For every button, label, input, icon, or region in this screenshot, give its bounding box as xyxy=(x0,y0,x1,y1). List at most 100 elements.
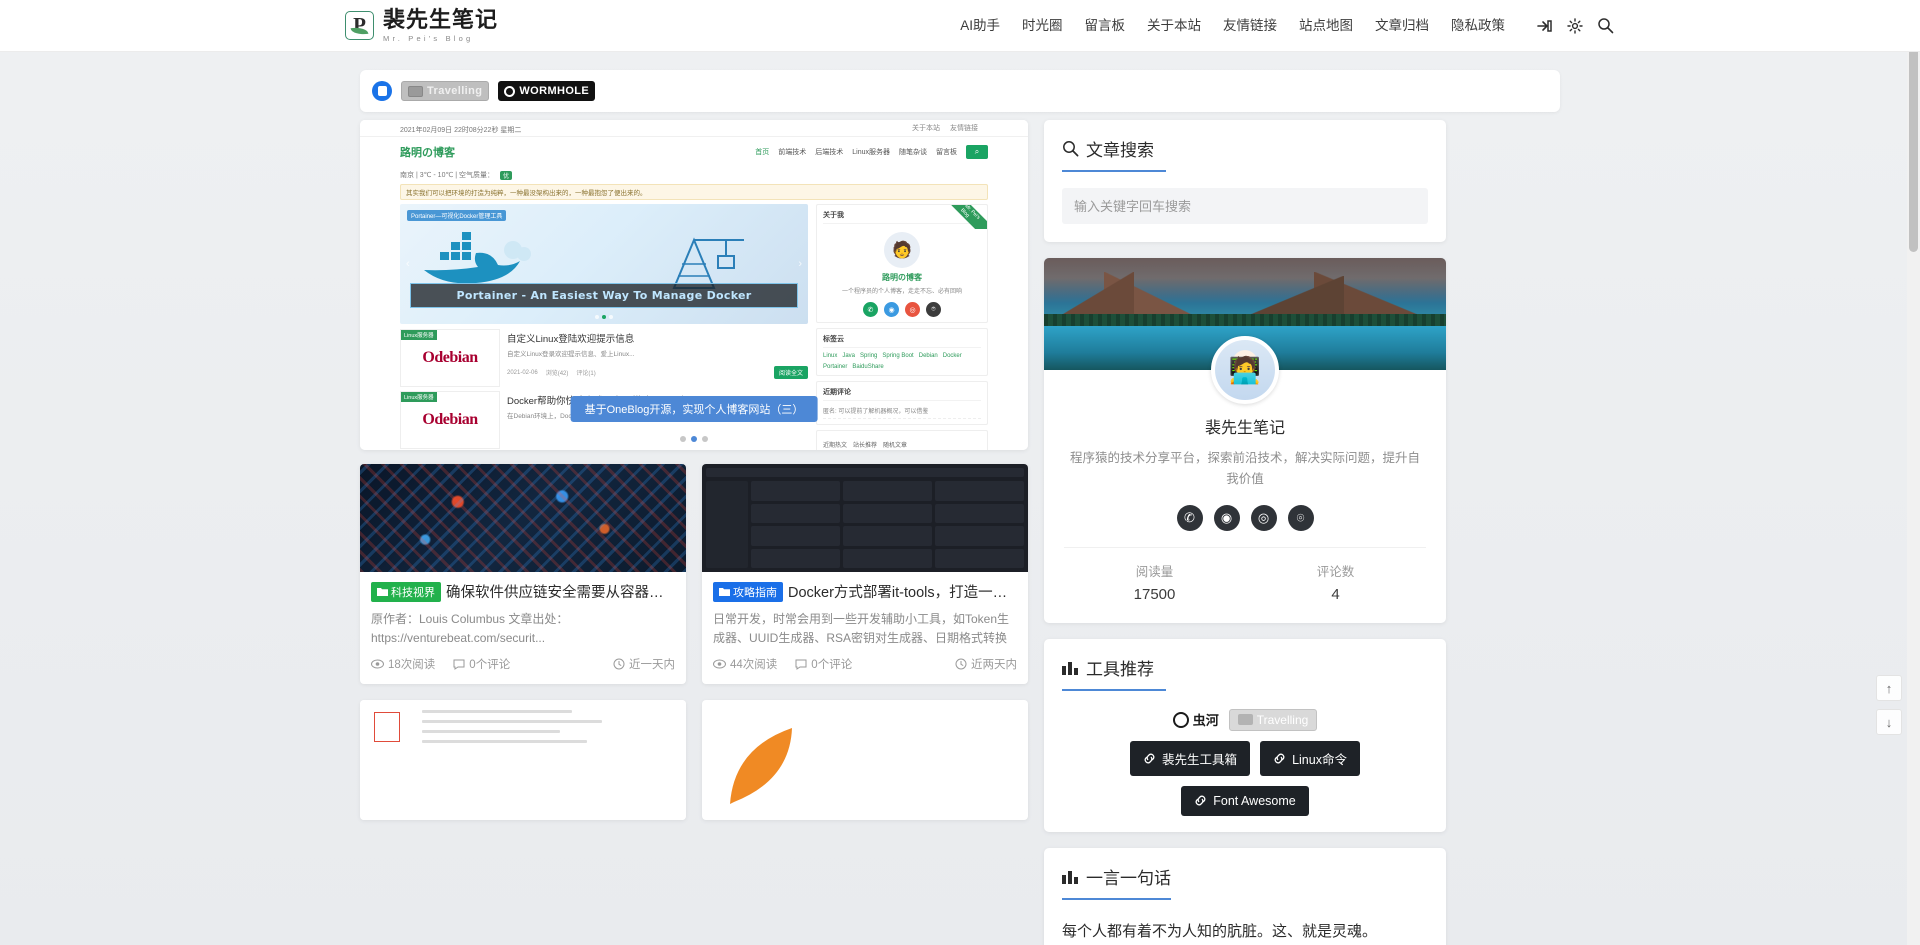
profile-description: 程序猿的技术分享平台，探索前沿技术，解决实际问题，提升自我价值 xyxy=(1069,451,1420,487)
tool-font-awesome[interactable]: Font Awesome xyxy=(1181,785,1309,816)
carousel-next-icon[interactable]: › xyxy=(798,258,802,270)
article-title[interactable]: 确保软件供应链安全需要从容器开始的... xyxy=(446,581,675,602)
github-icon[interactable]: ⌾ xyxy=(1287,504,1314,531)
login-icon[interactable] xyxy=(1530,11,1560,41)
tag-springboot: Spring Boot xyxy=(882,353,914,359)
article-meta: 44次阅读 0个评论 近两天内 xyxy=(713,656,1017,672)
article-title[interactable]: Docker方式部署it-tools，打造一个在... xyxy=(788,581,1017,602)
article-card[interactable] xyxy=(360,700,686,820)
about-name: 路明の博客 xyxy=(882,273,922,282)
nav-timeline[interactable]: 时光圈 xyxy=(1011,0,1074,52)
side-link-random: 随机文章 xyxy=(883,443,908,449)
recent-comments-heading: 近期评论 xyxy=(823,387,981,401)
screenshot-topnav-about: 关于本站 xyxy=(912,125,940,132)
bar-chart-icon xyxy=(1062,661,1078,675)
clock-icon xyxy=(613,658,625,670)
badge-wormhole[interactable]: WORMHOLE xyxy=(498,81,596,101)
quote-text: 每个人都有着不为人知的肮脏。这、就是灵魂。 xyxy=(1062,922,1378,940)
badge-travelling-2[interactable]: Travelling xyxy=(1228,708,1318,731)
search-card-header: 文章搜索 xyxy=(1062,136,1166,172)
profile-stats: 阅读量 17500 评论数 4 xyxy=(1064,546,1426,605)
quote-card: 一言一句话 每个人都有着不为人知的肮脏。这、就是灵魂。 xyxy=(1044,847,1446,945)
post1-tag: Linux服务器 xyxy=(401,330,437,340)
travelling-icon-2 xyxy=(1237,714,1253,725)
tools-card-title: 工具推荐 xyxy=(1086,659,1154,679)
article-desc: 日常开发，时常会用到一些开发辅助小工具，如Token生成器、UUID生成器、RS… xyxy=(713,612,1010,645)
screenshot-topnav-links: 友情链接 xyxy=(950,125,978,132)
side-link-hot: 近期热文 xyxy=(823,443,848,449)
carousel-prev-icon[interactable]: ‹ xyxy=(406,258,410,270)
nav-ai-assistant[interactable]: AI助手 xyxy=(949,0,1011,52)
badge-travelling[interactable]: Travelling xyxy=(401,81,490,101)
tag-baidushare: BaiduShare xyxy=(852,364,884,370)
tool-toolbox[interactable]: 裴先生工具箱 xyxy=(1130,740,1251,776)
article-category[interactable]: 科技视界 xyxy=(371,581,441,602)
comment-icon xyxy=(795,659,807,670)
profile-name: 裴先生笔记 xyxy=(1204,420,1285,437)
badge-chonghe[interactable]: 虫河 xyxy=(1172,709,1219,731)
nav-privacy[interactable]: 隐私政策 xyxy=(1440,0,1516,52)
nav-guestbook[interactable]: 留言板 xyxy=(1074,0,1137,52)
hero-carousel-dots[interactable] xyxy=(680,436,708,442)
tag-java: Java xyxy=(842,353,856,359)
screenshot-nav-essays: 随笔杂谈 xyxy=(899,149,927,156)
article-grid: 科技视界 确保软件供应链安全需要从容器开始的... 原作者：Louis Colu… xyxy=(360,464,1028,684)
article-time: 近两天内 xyxy=(955,656,1017,672)
eye-icon xyxy=(713,659,726,669)
logo-title: 裴先生笔记 xyxy=(383,7,499,33)
article-card[interactable]: 攻略指南 Docker方式部署it-tools，打造一个在... 日常开发，时常… xyxy=(702,464,1028,684)
screenshot-nav-home: 首页 xyxy=(755,149,770,156)
article-thumbnail xyxy=(702,464,1028,572)
page-scrollbar[interactable] xyxy=(1907,0,1920,945)
article-time: 近一天内 xyxy=(613,656,675,672)
folder-icon xyxy=(719,588,730,596)
profile-card: 🧑‍💻 裴先生笔记 程序猿的技术分享平台，探索前沿技术，解决实际问题，提升自我价… xyxy=(1044,258,1446,623)
logo-mark-icon: P xyxy=(345,11,374,40)
hero-preview-card[interactable]: 关于本站 友情链接 2021年02月09日 22时08分22秒 星期二 路明の博… xyxy=(360,120,1028,450)
screenshot-carousel: Portainer—可视化Docker管理工具 Portainer - An E… xyxy=(400,204,808,324)
nav-about[interactable]: 关于本站 xyxy=(1136,0,1212,52)
search-input[interactable] xyxy=(1062,188,1428,224)
scroll-down-button[interactable]: ↓ xyxy=(1876,709,1902,735)
gear-icon[interactable] xyxy=(1560,11,1590,41)
site-logo[interactable]: P 裴先生笔记 Mr. Pei's Blog xyxy=(345,7,499,43)
tool-linux-commands[interactable]: Linux命令 xyxy=(1260,740,1360,776)
article-desc: 原作者：Louis Columbus 文章出处：https://ventureb… xyxy=(371,612,569,645)
post1-views: 浏览(42) xyxy=(545,371,569,377)
screenshot-avatar: 🧑 xyxy=(884,232,920,268)
debian-logo-icon-2: Odebian xyxy=(422,411,478,428)
tag-docker: Docker xyxy=(942,353,962,359)
tag-portainer: Portainer xyxy=(823,364,848,370)
link-icon xyxy=(1274,753,1285,763)
about-ribbon: Mr. Pei's Blog xyxy=(949,205,987,229)
wechat-icon[interactable]: ✆ xyxy=(1176,504,1203,531)
badge-chonghe-label: 虫河 xyxy=(1192,713,1219,728)
scroll-up-button[interactable]: ↑ xyxy=(1876,675,1902,701)
article-card[interactable]: 科技视界 确保软件供应链安全需要从容器开始的... 原作者：Louis Colu… xyxy=(360,464,686,684)
article-category[interactable]: 攻略指南 xyxy=(713,581,783,602)
screenshot-search-icon: ⌕ xyxy=(966,145,988,159)
search-icon[interactable] xyxy=(1590,11,1620,41)
site-dot-icon[interactable] xyxy=(372,81,392,101)
avatar[interactable]: 🧑‍💻 xyxy=(1211,336,1279,404)
clock-icon xyxy=(955,658,967,670)
weibo-icon[interactable]: ◎ xyxy=(1250,504,1277,531)
screenshot-nav-guestbook: 留言板 xyxy=(936,149,957,156)
carousel-title: Portainer - An Easiest Way To Manage Doc… xyxy=(410,283,798,308)
tag-linux: Linux xyxy=(823,353,838,359)
search-icon xyxy=(1063,141,1079,157)
article-views: 44次阅读 xyxy=(713,656,777,672)
tag-spring: Spring xyxy=(860,353,878,359)
nav-links[interactable]: 友情链接 xyxy=(1212,0,1288,52)
stat-comments: 评论数 4 xyxy=(1245,548,1426,605)
tools-card: 工具推荐 虫河 Travelling 裴先生工具箱 Linux命令 Font A… xyxy=(1044,638,1446,832)
article-card[interactable] xyxy=(702,700,1028,820)
article-comments: 0个评论 xyxy=(453,656,510,672)
nav-archive[interactable]: 文章归档 xyxy=(1364,0,1440,52)
screenshot-post-1: Linux服务器 Odebian 自定义Linux登陆欢迎提示信息 自定义Lin… xyxy=(400,329,808,387)
article-views: 18次阅读 xyxy=(371,656,435,672)
carousel-dots[interactable] xyxy=(595,315,613,319)
nav-sitemap[interactable]: 站点地图 xyxy=(1288,0,1364,52)
qq-icon[interactable]: ◉ xyxy=(1213,504,1240,531)
sidebar-column: 文章搜索 🧑‍💻 裴先生笔记 程序猿的技术分享平台，探索前沿技术，解决实际问题，… xyxy=(1044,120,1446,945)
